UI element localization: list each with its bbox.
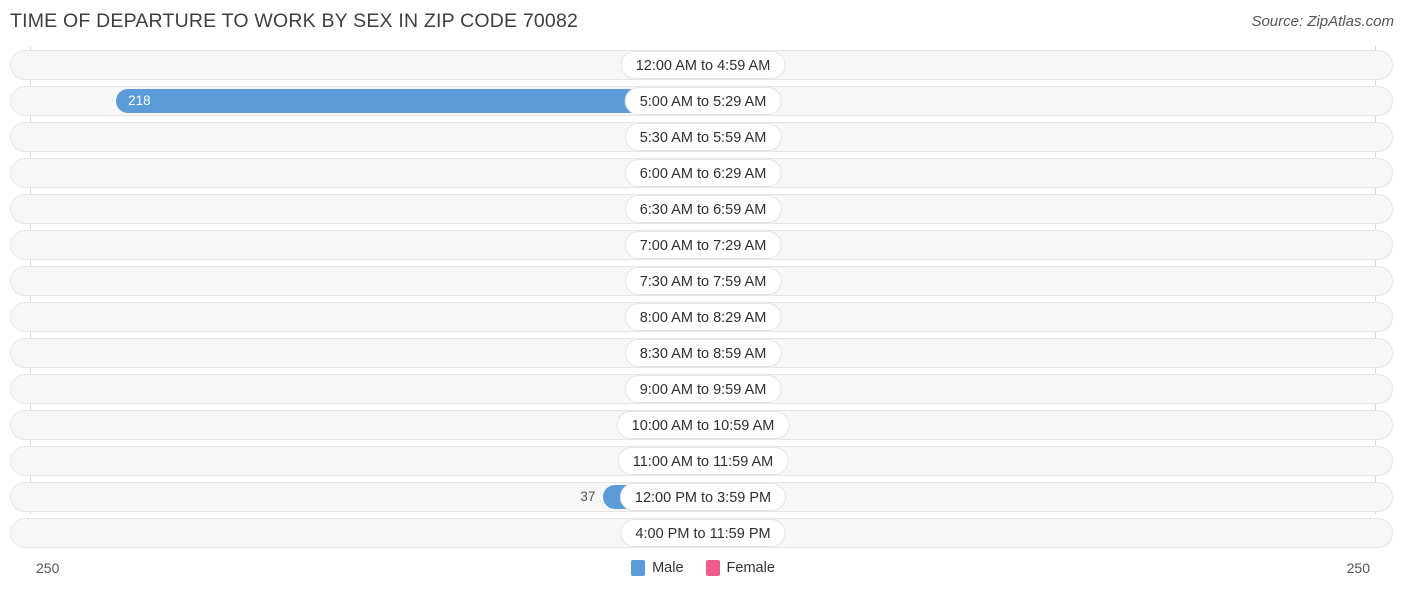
row-bars: 009:00 AM to 9:59 AM: [0, 374, 1406, 404]
row-bars: 008:00 AM to 8:29 AM: [0, 302, 1406, 332]
category-label: 8:30 AM to 8:59 AM: [624, 339, 782, 367]
legend-swatch-female-icon: [705, 560, 720, 576]
category-label: 6:30 AM to 6:59 AM: [624, 195, 782, 223]
row-bars: 37012:00 PM to 3:59 PM: [0, 482, 1406, 512]
legend-item-female[interactable]: Female: [705, 560, 775, 576]
category-label: 5:30 AM to 5:59 AM: [624, 123, 782, 151]
table-row: 006:30 AM to 6:59 AM: [0, 194, 1406, 224]
source-attribution: Source: ZipAtlas.com: [1251, 13, 1394, 30]
row-bars: 005:30 AM to 5:59 AM: [0, 122, 1406, 152]
row-bars: 0010:00 AM to 10:59 AM: [0, 410, 1406, 440]
category-label: 12:00 AM to 4:59 AM: [620, 51, 786, 79]
table-row: 0010:00 AM to 10:59 AM: [0, 410, 1406, 440]
bar-value-male: 37: [580, 489, 596, 504]
bar-value-male: 218: [128, 93, 151, 108]
row-bars: 006:30 AM to 6:59 AM: [0, 194, 1406, 224]
category-label: 5:00 AM to 5:29 AM: [624, 87, 782, 115]
category-label: 6:00 AM to 6:29 AM: [624, 159, 782, 187]
category-label: 7:30 AM to 7:59 AM: [624, 267, 782, 295]
category-label: 8:00 AM to 8:29 AM: [624, 303, 782, 331]
table-row: 0136:00 AM to 6:29 AM: [0, 158, 1406, 188]
row-bars: 008:30 AM to 8:59 AM: [0, 338, 1406, 368]
table-row: 007:00 AM to 7:29 AM: [0, 230, 1406, 260]
table-row: 0011:00 AM to 11:59 AM: [0, 446, 1406, 476]
table-row: 005:30 AM to 5:59 AM: [0, 122, 1406, 152]
row-bars: 0136:00 AM to 6:29 AM: [0, 158, 1406, 188]
category-label: 7:00 AM to 7:29 AM: [624, 231, 782, 259]
chart-plot-area: 0012:00 AM to 4:59 AM 21805:00 AM to 5:29…: [0, 46, 1406, 556]
category-label: 12:00 PM to 3:59 PM: [619, 483, 787, 511]
category-label: 9:00 AM to 9:59 AM: [624, 375, 782, 403]
category-label: 10:00 AM to 10:59 AM: [616, 411, 790, 439]
legend-label-male: Male: [652, 560, 684, 576]
row-bars: 004:00 PM to 11:59 PM: [0, 518, 1406, 548]
bar-rows-container: 0012:00 AM to 4:59 AM 21805:00 AM to 5:29…: [0, 50, 1406, 554]
row-bars: 0011:00 AM to 11:59 AM: [0, 446, 1406, 476]
row-bars: 007:30 AM to 7:59 AM: [0, 266, 1406, 296]
table-row: 009:00 AM to 9:59 AM: [0, 374, 1406, 404]
legend-swatch-male-icon: [631, 560, 646, 576]
table-row: 21805:00 AM to 5:29 AM: [0, 86, 1406, 116]
chart-header: TIME OF DEPARTURE TO WORK BY SEX IN ZIP …: [0, 0, 1406, 46]
chart-legend: Male Female: [0, 560, 1406, 576]
table-row: 008:00 AM to 8:29 AM: [0, 302, 1406, 332]
table-row: 004:00 PM to 11:59 PM: [0, 518, 1406, 548]
table-row: 37012:00 PM to 3:59 PM: [0, 482, 1406, 512]
table-row: 008:30 AM to 8:59 AM: [0, 338, 1406, 368]
table-row: 0012:00 AM to 4:59 AM: [0, 50, 1406, 80]
page-title: TIME OF DEPARTURE TO WORK BY SEX IN ZIP …: [10, 10, 579, 32]
category-label: 4:00 PM to 11:59 PM: [620, 519, 786, 547]
legend-item-male[interactable]: Male: [631, 560, 684, 576]
chart-footer: 250 250 Male Female: [0, 556, 1406, 595]
legend-label-female: Female: [726, 560, 775, 576]
row-bars: 21805:00 AM to 5:29 AM: [0, 86, 1406, 116]
row-bars: 0012:00 AM to 4:59 AM: [0, 50, 1406, 80]
category-label: 11:00 AM to 11:59 AM: [617, 447, 789, 475]
row-bars: 007:00 AM to 7:29 AM: [0, 230, 1406, 260]
table-row: 007:30 AM to 7:59 AM: [0, 266, 1406, 296]
